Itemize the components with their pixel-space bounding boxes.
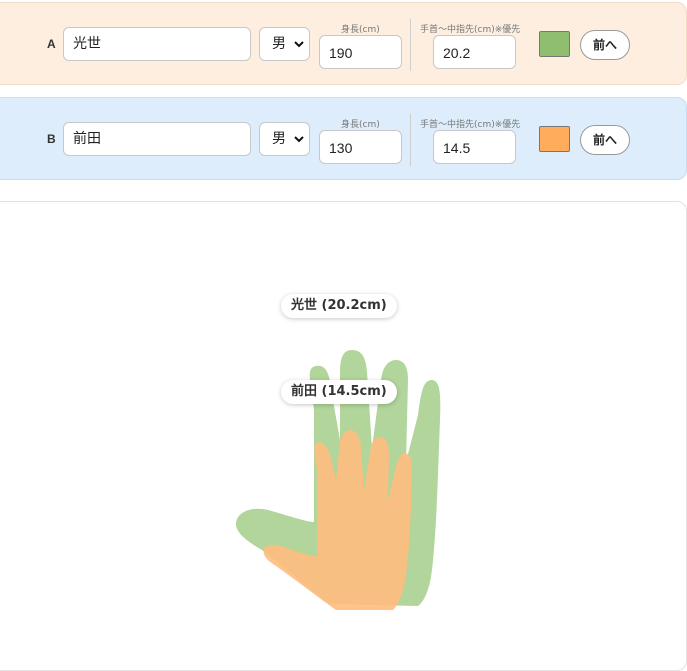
- hand-b-label: 前田 (14.5cm): [281, 380, 397, 404]
- hand-a-label: 光世 (20.2cm): [281, 294, 397, 318]
- hand-overlay: [236, 350, 441, 610]
